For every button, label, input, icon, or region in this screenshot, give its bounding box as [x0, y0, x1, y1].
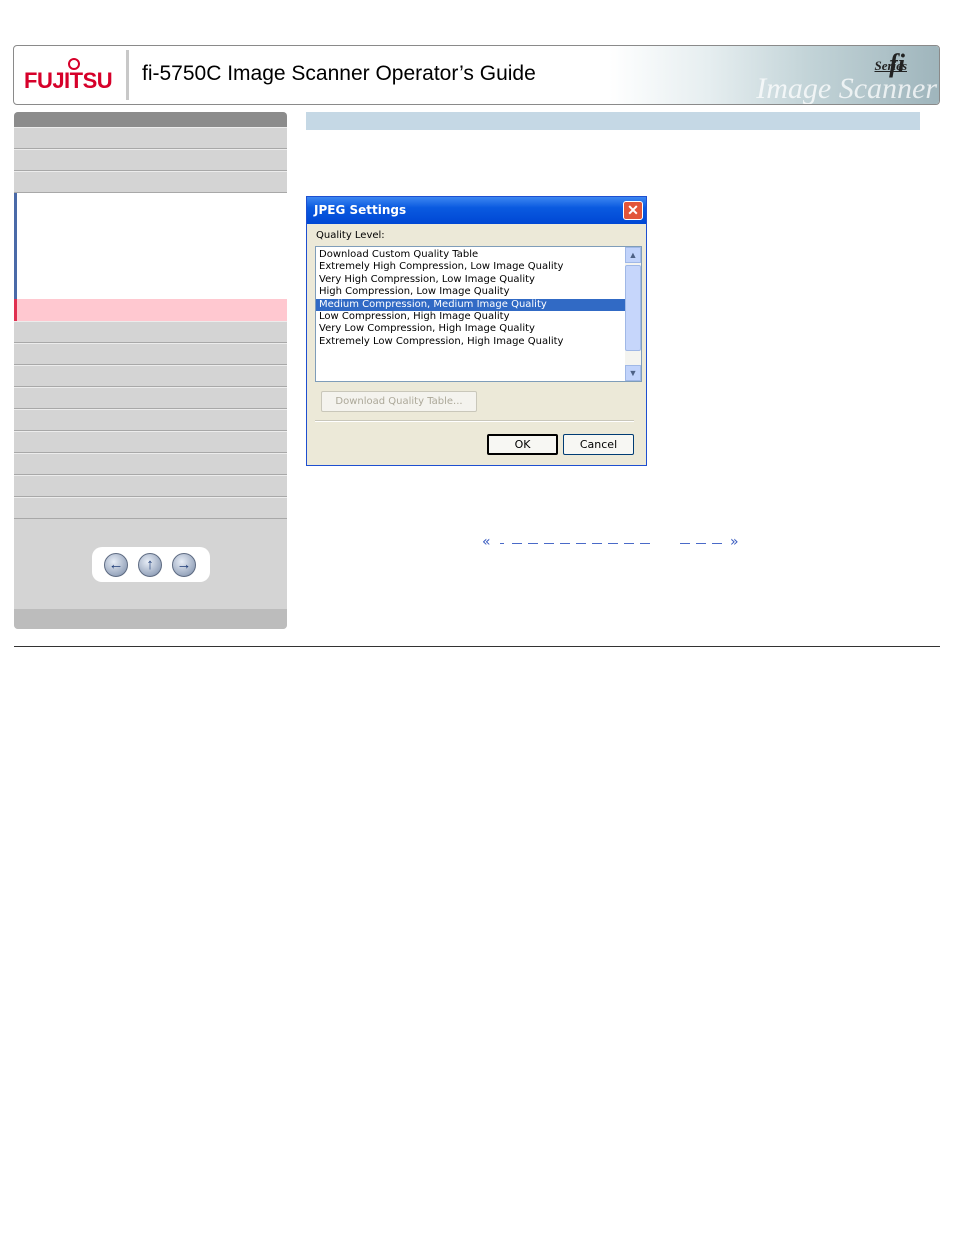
section-heading-bar	[306, 112, 920, 130]
quality-option[interactable]: High Compression, Low Image Quality	[316, 286, 625, 298]
quality-options: Download Custom Quality Table Extremely H…	[316, 249, 625, 348]
sidebar-item[interactable]	[14, 149, 287, 171]
prev-page-icon[interactable]: «	[482, 534, 491, 550]
sidebar-item[interactable]	[14, 127, 287, 149]
link-dash[interactable]	[608, 543, 618, 544]
cancel-button[interactable]: Cancel	[563, 434, 634, 455]
sidebar-expanded-section	[14, 193, 287, 299]
link-dash[interactable]	[576, 543, 586, 544]
quality-option[interactable]: Download Custom Quality Table	[316, 249, 625, 261]
link-dash[interactable]	[544, 543, 554, 544]
page-title: fi-5750C Image Scanner Operator’s Guide	[142, 62, 536, 85]
logo-dot-icon	[68, 58, 80, 70]
back-arrow-icon[interactable]: ←	[104, 553, 128, 577]
sidebar-item[interactable]	[14, 387, 287, 409]
sidebar-header	[14, 112, 287, 127]
link-dash[interactable]	[560, 543, 570, 544]
sidebar-item[interactable]	[14, 171, 287, 193]
dialog-title: JPEG Settings	[314, 203, 407, 217]
link-dash[interactable]	[528, 543, 538, 544]
dialog-titlebar: JPEG Settings ✕	[307, 197, 646, 224]
logo-text: FUJITSU	[24, 68, 113, 93]
quality-level-label: Quality Level:	[316, 230, 385, 241]
quality-option[interactable]: Low Compression, High Image Quality	[316, 311, 625, 323]
sidebar-item[interactable]	[14, 453, 287, 475]
sidebar-item-active[interactable]	[14, 299, 287, 321]
close-icon[interactable]: ✕	[623, 201, 643, 220]
quality-option[interactable]: Medium Compression, Medium Image Quality	[316, 298, 625, 311]
sidebar-footer	[14, 609, 287, 629]
page-divider	[14, 646, 940, 647]
ok-button[interactable]: OK	[487, 434, 558, 455]
download-quality-table-button[interactable]: Download Quality Table...	[321, 391, 477, 412]
sidebar-nav: ← ↑ →	[14, 112, 287, 629]
sidebar-item[interactable]	[14, 475, 287, 497]
sidebar-item[interactable]	[14, 321, 287, 343]
header-divider	[126, 50, 129, 100]
listbox-scrollbar[interactable]: ▲ ▼	[625, 247, 641, 381]
page-header: FUJITSU fi-5750C Image Scanner Operator’…	[13, 45, 940, 105]
link-dash[interactable]	[696, 543, 706, 544]
sidebar-item[interactable]	[14, 431, 287, 453]
image-scanner-watermark: Image Scanner	[756, 72, 937, 105]
jpeg-settings-dialog: JPEG Settings ✕ Quality Level: Download …	[306, 196, 647, 466]
dialog-divider	[315, 420, 634, 422]
quality-option[interactable]: Very High Compression, Low Image Quality	[316, 274, 625, 286]
quality-level-listbox[interactable]: Download Custom Quality Table Extremely H…	[315, 246, 642, 382]
link-dash[interactable]	[680, 543, 690, 544]
link-dash[interactable]	[500, 543, 504, 544]
page-nav-buttons: ← ↑ →	[92, 547, 210, 582]
scroll-up-icon[interactable]: ▲	[625, 247, 641, 263]
link-dash[interactable]	[624, 543, 634, 544]
up-arrow-icon[interactable]: ↑	[138, 553, 162, 577]
next-page-icon[interactable]: »	[730, 534, 739, 550]
scroll-thumb[interactable]	[625, 265, 641, 351]
sidebar-item[interactable]	[14, 343, 287, 365]
fujitsu-logo: FUJITSU	[24, 58, 116, 93]
scroll-down-icon[interactable]: ▼	[625, 365, 641, 381]
forward-arrow-icon[interactable]: →	[172, 553, 196, 577]
link-dash[interactable]	[592, 543, 602, 544]
sidebar-item[interactable]	[14, 365, 287, 387]
sidebar-item[interactable]	[14, 409, 287, 431]
link-dash[interactable]	[512, 543, 522, 544]
quality-option[interactable]: Very Low Compression, High Image Quality	[316, 323, 625, 335]
quality-option[interactable]: Extremely High Compression, Low Image Qu…	[316, 261, 625, 273]
link-dash[interactable]	[640, 543, 650, 544]
link-dash[interactable]	[712, 543, 722, 544]
page-link-bar: « »	[480, 534, 750, 551]
sidebar-item[interactable]	[14, 497, 287, 519]
quality-option[interactable]: Extremely Low Compression, High Image Qu…	[316, 336, 625, 348]
